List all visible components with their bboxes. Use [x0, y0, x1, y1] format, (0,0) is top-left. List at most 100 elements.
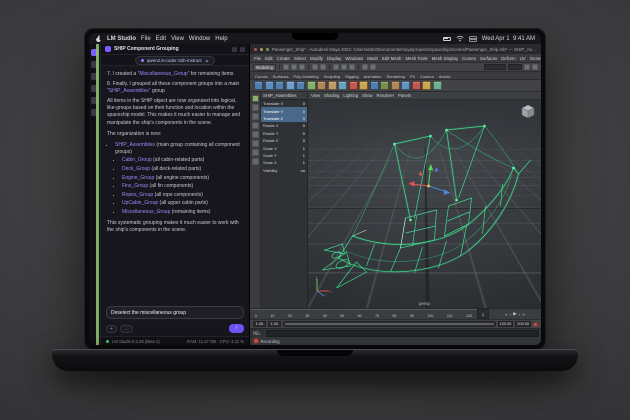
anim-end-field[interactable]: 200.00	[515, 321, 531, 327]
selection-field[interactable]	[484, 64, 506, 70]
undo-icon[interactable]	[312, 64, 318, 70]
shelf-icon[interactable]	[370, 81, 379, 90]
shelf-tab[interactable]: Rendering	[386, 74, 404, 79]
apple-menu-icon[interactable]	[95, 35, 102, 43]
new-scene-icon[interactable]	[283, 64, 289, 70]
maya-menu-item[interactable]: File	[254, 56, 261, 61]
shelf-tab[interactable]: Poly Modeling	[293, 74, 318, 79]
send-button[interactable]: ↑	[229, 324, 244, 333]
shelf-icon[interactable]	[401, 81, 410, 90]
go-to-end-button[interactable]: »	[522, 312, 525, 317]
more-options-button[interactable]: …	[120, 325, 133, 333]
shelf-tab[interactable]: Surfaces	[273, 74, 289, 79]
channel-row[interactable]: Rotate X 0	[261, 122, 307, 129]
menu-set-dropdown[interactable]: Modeling	[253, 64, 276, 71]
attach-button[interactable]: +	[106, 325, 117, 333]
maya-menu-item[interactable]: Windows	[345, 56, 363, 61]
maya-menu-item[interactable]: Modify	[310, 56, 323, 61]
channel-row[interactable]: Scale Y 1	[261, 152, 307, 159]
perspective-viewport[interactable]: ViewShadingLightingShowRendererPanels	[308, 92, 541, 308]
maya-menu-item[interactable]: Generate	[530, 56, 541, 61]
ship-wireframe-model[interactable]	[308, 100, 541, 308]
redo-icon[interactable]	[320, 64, 326, 70]
sidebar-toggle-icon[interactable]	[240, 47, 245, 52]
channel-row[interactable]: Scale X 1	[261, 144, 307, 151]
chat-input[interactable]	[106, 306, 244, 319]
open-scene-icon[interactable]	[291, 64, 297, 70]
snap-point-icon[interactable]	[349, 64, 355, 70]
shelf-icon[interactable]	[307, 81, 316, 90]
viewport-menu-item[interactable]: Shading	[324, 93, 339, 98]
current-frame-field[interactable]: 1	[477, 309, 489, 319]
shelf-tab[interactable]: Animation	[364, 74, 382, 79]
command-language-label[interactable]: MEL	[250, 329, 264, 337]
maya-menu-item[interactable]: Create	[277, 56, 290, 61]
eject-model-icon[interactable]: ▲	[205, 58, 209, 63]
shelf-icon[interactable]	[433, 81, 442, 90]
command-line-input[interactable]	[266, 330, 539, 337]
move-manipulator[interactable]	[409, 164, 451, 195]
shelf-icon[interactable]	[380, 81, 389, 90]
shelf-icon[interactable]	[275, 81, 284, 90]
scale-tool-icon[interactable]	[252, 140, 259, 147]
render-icon[interactable]	[362, 64, 368, 70]
shelf-icon[interactable]	[412, 81, 421, 90]
snap-curve-icon[interactable]	[341, 64, 347, 70]
maya-menu-item[interactable]: Mesh	[367, 56, 378, 61]
zoom-window-button[interactable]	[266, 48, 269, 51]
step-back-button[interactable]: ‹	[510, 312, 512, 317]
rotate-tool-icon[interactable]	[252, 131, 259, 138]
shelf-icon[interactable]	[286, 81, 295, 90]
shelf-tab[interactable]: Custom	[420, 74, 434, 79]
shelf-icon[interactable]	[328, 81, 337, 90]
anim-start-field[interactable]: 1.00	[253, 321, 266, 327]
shelf-tab[interactable]: FX	[410, 74, 415, 79]
step-forward-button[interactable]: ›	[519, 312, 521, 317]
maya-menu-item[interactable]: Curves	[462, 56, 476, 61]
maya-menu-item[interactable]: Display	[327, 56, 341, 61]
shelf-tab[interactable]: Sculpting	[324, 74, 340, 79]
menubar-item[interactable]: Edit	[156, 36, 166, 42]
shelf-icon[interactable]	[254, 81, 263, 90]
shelf-icon[interactable]	[265, 81, 274, 90]
shelf-icon[interactable]	[349, 81, 358, 90]
paint-select-tool-icon[interactable]	[252, 113, 259, 120]
maya-menu-item[interactable]: Select	[294, 56, 306, 61]
view-cube[interactable]	[518, 103, 538, 123]
maya-menu-item[interactable]: Deform	[501, 56, 515, 61]
ipr-render-icon[interactable]	[370, 64, 376, 70]
channel-row[interactable]: Translate Y 0	[261, 107, 307, 114]
range-slider[interactable]	[283, 321, 496, 327]
shelf-icon[interactable]	[422, 81, 431, 90]
menubar-item[interactable]: File	[141, 36, 151, 42]
shelf-icon[interactable]	[359, 81, 368, 90]
play-button[interactable]: ▶	[513, 311, 517, 317]
menubar-clock[interactable]: Wed Apr 1 9:41 AM	[482, 36, 535, 42]
channel-row[interactable]: Scale Z 1	[261, 159, 307, 166]
snap-grid-icon[interactable]	[333, 64, 339, 70]
new-chat-icon[interactable]	[232, 47, 237, 52]
loaded-model-pill[interactable]: qwen2.5-coder-32b-instruct ▲	[135, 56, 215, 65]
maya-menu-item[interactable]: UV	[520, 56, 526, 61]
go-to-start-button[interactable]: «	[505, 312, 508, 317]
maya-menu-item[interactable]: Mesh Tools	[405, 56, 427, 61]
menubar-item[interactable]: Help	[215, 36, 227, 42]
sidebar-channelbox-icon[interactable]	[524, 64, 530, 70]
shelf-icon[interactable]	[338, 81, 347, 90]
shelf-tab[interactable]: Arnold	[439, 74, 451, 79]
maya-menu-item[interactable]: Mesh Display	[432, 56, 458, 61]
save-scene-icon[interactable]	[299, 64, 305, 70]
shelf-icon[interactable]	[296, 81, 305, 90]
channel-row[interactable]: Rotate Y 0	[261, 130, 307, 137]
layout-four-pane-icon[interactable]	[252, 158, 259, 165]
control-center-icon[interactable]	[469, 36, 477, 42]
minimize-window-button[interactable]	[260, 48, 263, 51]
shelf-icon[interactable]	[317, 81, 326, 90]
maya-menu-item[interactable]: Edit Mesh	[382, 56, 402, 61]
channel-row[interactable]: Translate Z 0	[261, 115, 307, 122]
close-window-button[interactable]	[254, 48, 257, 51]
sidebar-attribute-editor-icon[interactable]	[532, 64, 538, 70]
menubar-item[interactable]: View	[171, 36, 184, 42]
auto-keyframe-toggle[interactable]	[533, 322, 538, 327]
channel-row[interactable]: Visibility on	[261, 167, 307, 174]
